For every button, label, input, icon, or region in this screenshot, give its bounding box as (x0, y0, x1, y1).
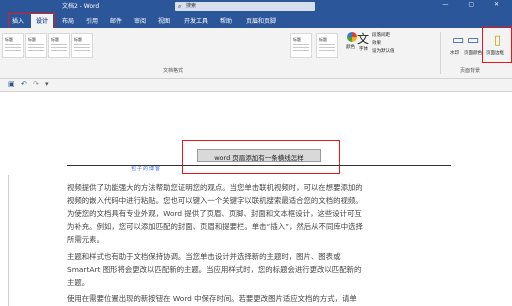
search-icon: ⌕ (178, 3, 182, 10)
body-line: 为补充。例如，您可以添加匹配的封面、页眉和提要栏。单击“插入”，然后从不同库中选… (67, 222, 363, 231)
search-input[interactable]: ⌕ 搜索 (175, 2, 315, 11)
page-color-icon[interactable]: ▭ (467, 33, 479, 48)
style-thumb[interactable]: 标题 (290, 33, 312, 58)
tab-header-footer[interactable]: 页眉和页脚 (246, 16, 276, 25)
page-border-highlight-box (482, 26, 512, 63)
style-thumb[interactable]: 标题 (316, 33, 338, 58)
window-controls[interactable]: — ▢ ✕ (442, 1, 508, 8)
style-thumb[interactable]: 标题 (25, 33, 47, 58)
tab-developer[interactable]: 开发工具 (184, 16, 208, 25)
tab-layout[interactable]: 布局 (62, 16, 74, 25)
document-title: 文档2 - Word (62, 3, 100, 10)
tab-references[interactable]: 引用 (86, 16, 98, 25)
vertical-ruler (0, 175, 9, 306)
style-thumb[interactable]: 标题 (71, 33, 93, 58)
fonts-label: 字体 (359, 47, 368, 52)
colors-icon[interactable] (347, 32, 357, 42)
ribbon-tabs: 插入 设计 布局 引用 邮件 审阅 视图 开发工具 帮助 页眉和页脚 (0, 13, 512, 28)
tab-mailings[interactable]: 邮件 (110, 16, 122, 25)
redo-icon[interactable]: ↷ (33, 80, 39, 88)
undo-icon[interactable]: ↶ (21, 80, 27, 88)
fonts-icon[interactable]: 文 (357, 30, 369, 47)
body-line: 主题和样式也有助于文档保持协调。当您单击设计并选择新的主题时，图片、图表或 (67, 252, 341, 261)
body-line: 视频提供了功能强大的方法帮助您证明您的观点。当您单击联机视频时，可以在想要添加的 (67, 183, 363, 192)
search-placeholder: 搜索 (186, 3, 197, 9)
paragraph-spacing-button[interactable]: 段落间距 (372, 32, 390, 38)
group-label-document-format: 文档格式 (163, 68, 184, 74)
style-thumb[interactable]: 标题 (48, 33, 70, 58)
tab-help[interactable]: 帮助 (220, 16, 232, 25)
body-line: 为使您的文档具有专业外观，Word 提供了页眉、页脚、封面和文本框设计，这些设计… (67, 209, 362, 218)
effects-button[interactable]: 效果 (372, 40, 381, 46)
body-line: 使用在需要位置出现的新按钮在 Word 中保存时间。若要更改图片适应文档的方式，… (67, 294, 357, 303)
tab-view[interactable]: 视图 (158, 16, 170, 25)
title-bar: 文档2 - Word ⌕ 搜索 — ▢ ✕ (0, 0, 512, 13)
body-line: 视频的嵌入代码中进行粘贴。您也可以键入一个关键字以联机搜索最适合您的文档的视频。 (67, 196, 363, 205)
group-separator (440, 32, 441, 74)
style-thumb[interactable]: 标题 (2, 33, 24, 58)
group-label-page-background: 页面背景 (460, 68, 481, 74)
watermark-button[interactable]: 水印 (450, 50, 459, 56)
colors-label: 颜色 (346, 45, 355, 50)
body-line: 主题。 (67, 278, 90, 287)
quick-access-toolbar: ▣ ↶ ↷ ▾ (0, 79, 512, 92)
watermark-icon[interactable]: ▭ (452, 33, 464, 48)
header-decoration-text: 包子的博客 (131, 166, 162, 172)
page-color-button[interactable]: 页面颜色 (464, 50, 482, 56)
tab-review[interactable]: 审阅 (134, 16, 146, 25)
save-icon[interactable]: ▣ (8, 80, 15, 88)
header-rule-line (67, 165, 451, 166)
body-line: SmartArt 图形将会更改以匹配新的主题。当应用样式时，您的标题会进行更改以… (67, 265, 362, 274)
customize-qat-icon[interactable]: ▾ (45, 80, 49, 88)
body-line: 所需元素。 (67, 235, 104, 244)
ribbon: 标题 标题 标题 标题 标题 标题 文档格式 颜色 文 字体 段落间距 效果 设… (0, 28, 512, 79)
header-highlight-box (182, 140, 340, 174)
set-default-button[interactable]: 设为默认值 (372, 48, 395, 54)
